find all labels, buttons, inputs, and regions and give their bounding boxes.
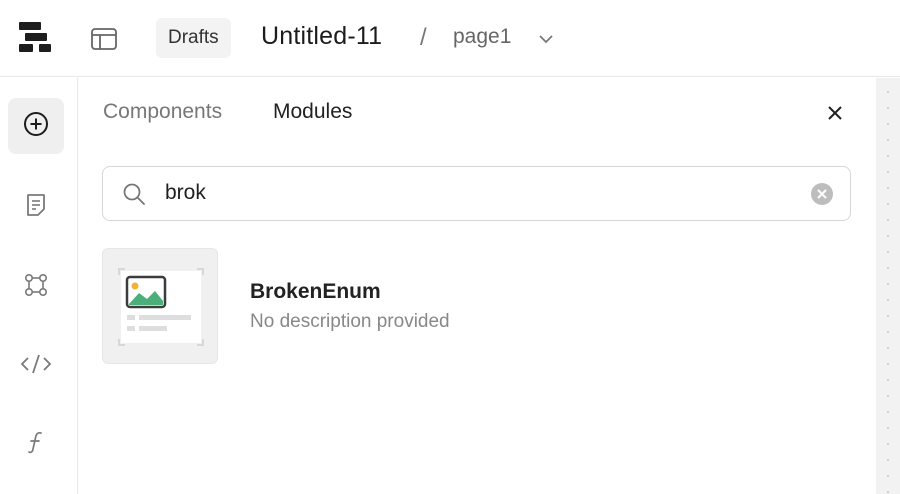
drafts-button[interactable]: Drafts: [156, 18, 231, 58]
page-selector[interactable]: page1: [453, 25, 511, 49]
module-list-item[interactable]: BrokenEnum No description provided: [102, 248, 602, 366]
search-icon: [121, 181, 147, 207]
tab-components[interactable]: Components: [103, 100, 222, 124]
module-placeholder-icon: [118, 268, 204, 346]
rail-code-button[interactable]: [8, 338, 64, 394]
search-input[interactable]: brok: [102, 166, 851, 221]
add-circle-icon: [22, 110, 50, 143]
module-thumbnail: [102, 248, 218, 364]
module-description: No description provided: [250, 311, 450, 332]
app-logo-icon[interactable]: [17, 20, 55, 56]
note-icon: [22, 191, 50, 224]
rail-nodes-button[interactable]: [8, 259, 64, 315]
rail-function-button[interactable]: [8, 416, 64, 472]
close-icon[interactable]: [824, 102, 846, 124]
left-rail: [0, 78, 78, 494]
code-icon: [18, 350, 54, 383]
layout-icon[interactable]: [90, 27, 118, 51]
file-title[interactable]: Untitled-11: [261, 22, 382, 51]
insert-panel: Components Modules brok BrokenEnum No de…: [79, 78, 875, 494]
rail-add-button[interactable]: [8, 98, 64, 154]
module-name: BrokenEnum: [250, 280, 381, 303]
breadcrumb-separator: /: [420, 24, 427, 51]
clear-search-icon[interactable]: [810, 182, 834, 206]
tab-modules[interactable]: Modules: [273, 100, 352, 124]
nodes-icon: [22, 271, 50, 304]
canvas-area[interactable]: [876, 78, 900, 494]
function-icon: [22, 428, 50, 461]
chevron-down-icon[interactable]: [537, 32, 555, 46]
rail-notes-button[interactable]: [8, 179, 64, 235]
top-bar: Drafts Untitled-11 / page1: [0, 0, 900, 77]
search-query[interactable]: brok: [165, 181, 206, 205]
